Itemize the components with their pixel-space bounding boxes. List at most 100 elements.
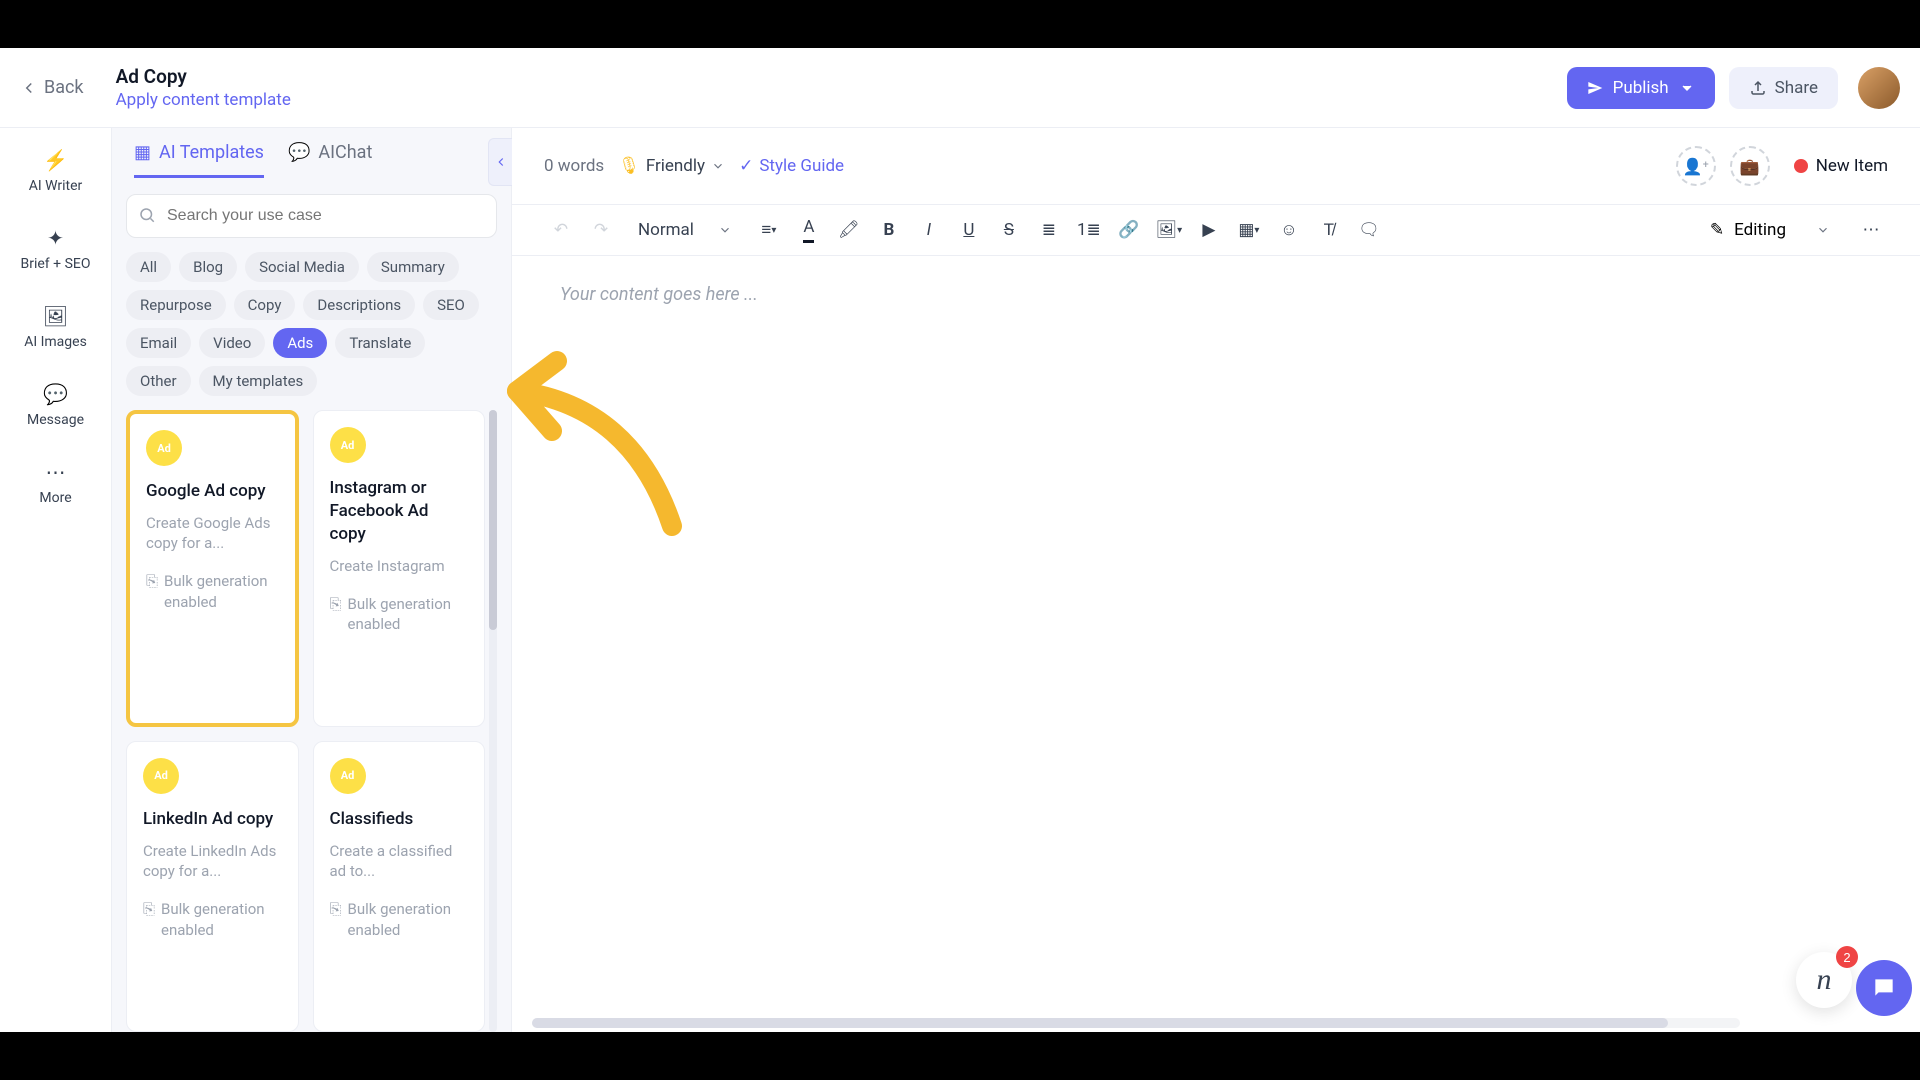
vnav-label: More	[39, 490, 71, 506]
chevron-left-icon	[20, 79, 38, 97]
item-status[interactable]: New Item	[1794, 156, 1888, 176]
horizontal-scrollbar[interactable]	[532, 1018, 1740, 1028]
publish-label: Publish	[1613, 78, 1669, 98]
chip-descriptions[interactable]: Descriptions	[303, 290, 415, 320]
chip-video[interactable]: Video	[199, 328, 265, 358]
chip-copy[interactable]: Copy	[234, 290, 296, 320]
microphone-icon: 🎙	[618, 156, 640, 176]
vnav-label: AI Writer	[29, 178, 83, 194]
collapse-panel-button[interactable]	[488, 138, 512, 186]
chip-translate[interactable]: Translate	[335, 328, 425, 358]
search-icon	[138, 206, 156, 224]
comment-button[interactable]: 🗨	[1352, 213, 1386, 247]
italic-button[interactable]: I	[912, 213, 946, 247]
more-icon: ⋯	[46, 460, 66, 484]
chip-my-templates[interactable]: My templates	[199, 366, 318, 396]
ad-icon: Ad	[330, 758, 366, 794]
card-bulk: ⎘Bulk generation enabled	[330, 899, 469, 940]
apply-template-link[interactable]: Apply content template	[116, 90, 291, 110]
chip-email[interactable]: Email	[126, 328, 191, 358]
image-icon: 🖼	[43, 304, 68, 328]
text-color-button[interactable]: A	[792, 213, 826, 247]
message-icon: 💬	[43, 382, 68, 406]
copy-icon: ⎘	[330, 899, 342, 940]
table-button[interactable]: ▦▾	[1232, 213, 1266, 247]
card-bulk: ⎘Bulk generation enabled	[146, 571, 279, 612]
card-classifieds[interactable]: Ad Classifieds Create a classified ad to…	[313, 741, 486, 1032]
tab-aichat[interactable]: 💬 AIChat	[288, 142, 372, 178]
link-button[interactable]: 🔗	[1112, 213, 1146, 247]
underline-button[interactable]: U	[952, 213, 986, 247]
chip-blog[interactable]: Blog	[179, 252, 237, 282]
card-google-ad-copy[interactable]: Ad Google Ad copy Create Google Ads copy…	[126, 410, 299, 727]
clear-format-button[interactable]: T̸	[1312, 213, 1346, 247]
add-collaborator-button[interactable]: 👤⁺	[1676, 146, 1716, 186]
card-title: Instagram or Facebook Ad copy	[330, 477, 469, 546]
publish-button[interactable]: Publish	[1567, 67, 1715, 109]
share-label: Share	[1775, 78, 1818, 98]
redo-button[interactable]: ↷	[584, 213, 618, 247]
vnav-ai-writer[interactable]: ⚡ AI Writer	[0, 142, 111, 200]
more-toolbar-button[interactable]: ⋯	[1854, 213, 1888, 247]
editor-canvas[interactable]: Your content goes here ...	[512, 256, 1920, 1032]
notifications-badge: 2	[1836, 946, 1858, 968]
card-linkedin-ad-copy[interactable]: Ad LinkedIn Ad copy Create LinkedIn Ads …	[126, 741, 299, 1032]
copy-icon: ⎘	[330, 594, 342, 635]
highlight-button[interactable]: 🖍	[832, 213, 866, 247]
page-title: Ad Copy	[116, 65, 291, 88]
editor-toolbar: ↶ ↷ Normal ≡▾ A 🖍 B I U S ≣ 1≣ 🔗 🖼▾ ▶ ▦▾	[512, 204, 1920, 256]
vnav-message[interactable]: 💬 Message	[0, 376, 111, 434]
chip-ads[interactable]: Ads	[273, 328, 327, 358]
undo-button[interactable]: ↶	[544, 213, 578, 247]
card-instagram-facebook-ad-copy[interactable]: Ad Instagram or Facebook Ad copy Create …	[313, 410, 486, 727]
vnav-ai-images[interactable]: 🖼 AI Images	[0, 298, 111, 356]
chip-seo[interactable]: SEO	[423, 290, 479, 320]
chevron-down-icon	[1816, 223, 1830, 237]
emoji-button[interactable]: ☺	[1272, 213, 1306, 247]
chip-repurpose[interactable]: Repurpose	[126, 290, 226, 320]
copy-icon: ⎘	[143, 899, 155, 940]
bullet-list-button[interactable]: ≣	[1032, 213, 1066, 247]
numbered-list-button[interactable]: 1≣	[1072, 213, 1106, 247]
target-icon: ✦	[47, 226, 64, 250]
chip-row: All Blog Social Media Summary Repurpose …	[126, 252, 497, 396]
chip-social-media[interactable]: Social Media	[245, 252, 359, 282]
image-button[interactable]: 🖼▾	[1152, 213, 1186, 247]
video-button[interactable]: ▶	[1192, 213, 1226, 247]
back-label: Back	[44, 77, 84, 98]
vnav-more[interactable]: ⋯ More	[0, 454, 111, 512]
search-input[interactable]	[126, 194, 497, 238]
template-scrollbar[interactable]	[489, 410, 497, 1032]
avatar[interactable]	[1858, 67, 1900, 109]
templates-panel: ▦ AI Templates 💬 AIChat All Blog Social …	[112, 128, 512, 1032]
block-format-select[interactable]: Normal	[624, 214, 746, 246]
briefcase-icon: 💼	[1740, 157, 1760, 176]
mode-label: Editing	[1734, 220, 1786, 240]
card-desc: Create Instagram	[330, 556, 469, 576]
vnav-brief-seo[interactable]: ✦ Brief + SEO	[0, 220, 111, 278]
chip-summary[interactable]: Summary	[367, 252, 459, 282]
notifications-button[interactable]: n 2	[1796, 952, 1852, 1008]
word-count: 0 words	[544, 156, 604, 176]
card-desc: Create LinkedIn Ads copy for a...	[143, 841, 282, 882]
mode-select[interactable]: ✎ Editing	[1692, 214, 1848, 246]
back-button[interactable]: Back	[20, 77, 84, 98]
add-attachment-button[interactable]: 💼	[1730, 146, 1770, 186]
style-guide-button[interactable]: ✓ Style Guide	[739, 156, 844, 176]
highlight-arrow-icon	[482, 336, 732, 546]
tone-selector[interactable]: 🎙 Friendly	[618, 156, 725, 176]
user-plus-icon: 👤⁺	[1683, 157, 1709, 176]
block-format-label: Normal	[638, 220, 694, 240]
chip-all[interactable]: All	[126, 252, 171, 282]
chip-other[interactable]: Other	[126, 366, 191, 396]
vertical-nav: ⚡ AI Writer ✦ Brief + SEO 🖼 AI Images 💬 …	[0, 128, 112, 1032]
strikethrough-button[interactable]: S	[992, 213, 1026, 247]
align-button[interactable]: ≡▾	[752, 213, 786, 247]
share-button[interactable]: Share	[1729, 67, 1838, 109]
help-chat-button[interactable]	[1856, 960, 1912, 1016]
tab-ai-templates[interactable]: ▦ AI Templates	[134, 142, 264, 178]
tab-label: AI Templates	[159, 142, 264, 163]
pencil-icon: ✎	[1710, 220, 1724, 240]
bold-button[interactable]: B	[872, 213, 906, 247]
ad-icon: Ad	[143, 758, 179, 794]
